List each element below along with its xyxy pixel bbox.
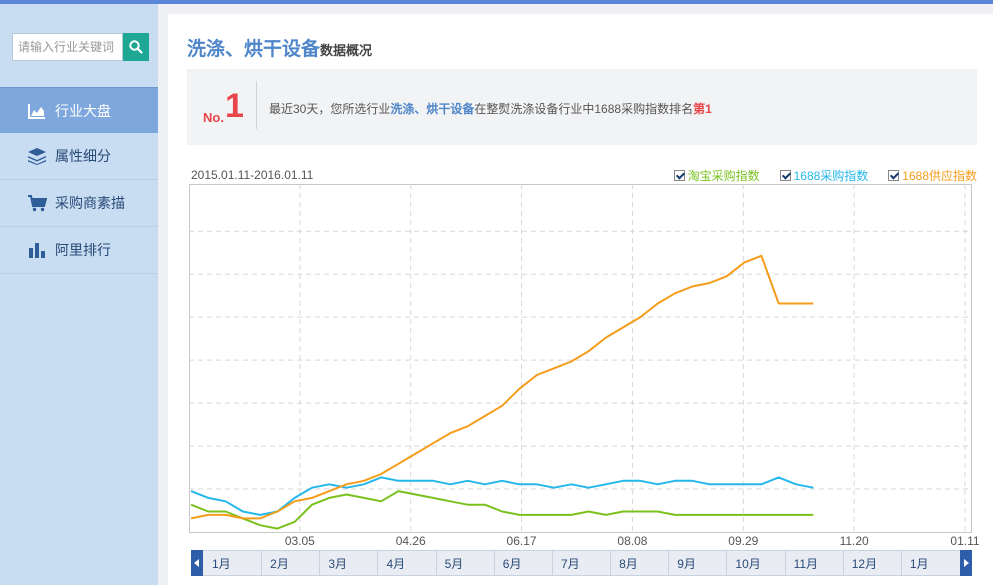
checkbox-checked-icon[interactable] <box>888 170 900 181</box>
x-tick-label: 06.17 <box>507 534 537 546</box>
rank-no-label: No. <box>203 110 224 125</box>
search-icon <box>129 40 143 54</box>
date-range: 2015.01.11-2016.01.11 <box>191 168 314 182</box>
timeline-month[interactable]: 7月 <box>553 551 612 575</box>
page-subtitle: 数据概况 <box>320 43 373 58</box>
timeline-prev-arrow-icon[interactable] <box>191 550 203 576</box>
trend-line-chart: 03.05 04.26 06.17 08.08 09.29 11.20 01.11 <box>189 184 979 546</box>
industry-search-input[interactable] <box>12 33 123 61</box>
rank-text-middle: 在整熨洗涤设备行业中1688采购指数排名 <box>474 102 694 116</box>
checkbox-checked-icon[interactable] <box>779 170 791 181</box>
sidebar-item-industry-overview[interactable]: 行业大盘 <box>0 87 158 133</box>
timeline-month[interactable]: 9月 <box>669 551 728 575</box>
timeline-month[interactable]: 11月 <box>786 551 844 575</box>
sidebar-item-label: 阿里排行 <box>55 242 111 258</box>
sidebar-item-label: 行业大盘 <box>55 102 111 119</box>
page-title: 洗涤、烘干设备数据概况 <box>187 34 372 61</box>
checkbox-checked-icon[interactable] <box>673 170 685 181</box>
cart-icon <box>28 195 47 212</box>
sidebar-nav: 行业大盘 属性细分 采购商素描 阿里排行 <box>0 87 158 274</box>
industry-title: 洗涤、烘干设备 <box>187 39 321 60</box>
legend-label: 1688供应指数 <box>902 169 977 183</box>
rank-summary-panel: No. 1 最近30天，您所选行业洗涤、烘干设备在整熨洗涤设备行业中1688采购… <box>187 69 977 145</box>
rank-text-prefix: 最近30天，您所选行业 <box>269 102 391 116</box>
bar-chart-icon <box>29 243 45 258</box>
month-timeline: 1月 2月 3月 4月 5月 6月 7月 8月 9月 10月 11月 12月 1月 <box>191 550 972 576</box>
legend-item-1688-purchase[interactable]: 1688采购指数 <box>779 167 869 184</box>
area-chart-icon <box>28 103 45 119</box>
timeline-month[interactable]: 1月 <box>902 551 959 575</box>
legend-item-1688-supply[interactable]: 1688供应指数 <box>888 167 977 184</box>
x-tick-label: 01.11 <box>950 534 979 546</box>
timeline-month[interactable]: 4月 <box>378 551 437 575</box>
chart-legend: 淘宝采购指数 1688采购指数 1688供应指数 <box>673 167 977 184</box>
legend-item-taobao[interactable]: 淘宝采购指数 <box>673 167 760 184</box>
legend-label: 1688采购指数 <box>793 169 869 183</box>
legend-label: 淘宝采购指数 <box>687 169 760 183</box>
layers-icon <box>28 148 46 165</box>
timeline-month[interactable]: 10月 <box>727 551 786 575</box>
search-button[interactable] <box>123 33 149 61</box>
timeline-month[interactable]: 6月 <box>495 551 553 575</box>
timeline-month[interactable]: 1月 <box>204 551 263 575</box>
rank-position: 第1 <box>693 102 712 116</box>
timeline-month[interactable]: 5月 <box>437 551 495 575</box>
x-tick-label: 03.05 <box>285 534 315 546</box>
industry-search <box>12 33 149 61</box>
sidebar-item-label: 采购商素描 <box>55 195 125 211</box>
timeline-month[interactable]: 8月 <box>611 551 670 575</box>
x-tick-label: 04.26 <box>396 534 426 546</box>
rank-industry-link: 洗涤、烘干设备 <box>390 102 475 116</box>
x-tick-label: 09.29 <box>728 534 758 546</box>
x-tick-label: 11.20 <box>840 534 869 546</box>
sidebar-item-attribute-breakdown[interactable]: 属性细分 <box>0 133 158 180</box>
timeline-month[interactable]: 12月 <box>844 551 902 575</box>
rank-divider <box>256 81 257 129</box>
sidebar-item-ali-ranking[interactable]: 阿里排行 <box>0 227 158 274</box>
sidebar-item-label: 属性细分 <box>55 148 111 164</box>
main-panel: 洗涤、烘干设备数据概况 No. 1 最近30天，您所选行业洗涤、烘干设备在整熨洗… <box>168 14 993 585</box>
timeline-next-arrow-icon[interactable] <box>960 550 972 576</box>
sidebar: 行业大盘 属性细分 采购商素描 阿里排行 <box>0 4 158 585</box>
rank-description: 最近30天，您所选行业洗涤、烘干设备在整熨洗涤设备行业中1688采购指数排名第1 <box>269 100 712 117</box>
timeline-month[interactable]: 2月 <box>262 551 321 575</box>
x-tick-label: 08.08 <box>617 534 647 546</box>
rank-number: 1 <box>225 87 244 125</box>
sidebar-item-buyer-profile[interactable]: 采购商素描 <box>0 180 158 227</box>
timeline-months: 1月 2月 3月 4月 5月 6月 7月 8月 9月 10月 11月 12月 1月 <box>204 551 959 575</box>
timeline-month[interactable]: 3月 <box>320 551 379 575</box>
